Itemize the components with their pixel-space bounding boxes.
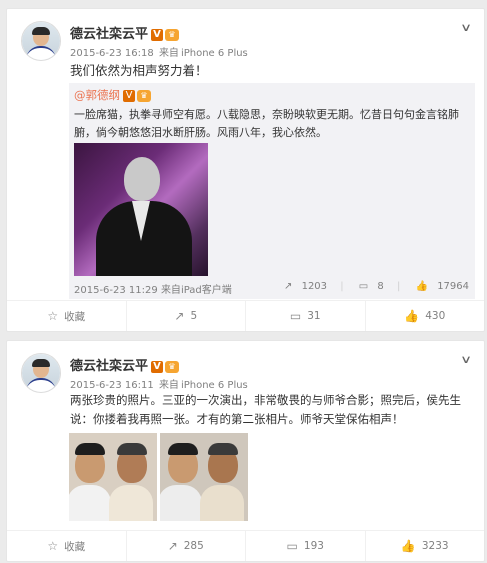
verified-badge-icon: V	[151, 360, 164, 373]
comment-icon: ▭	[289, 309, 302, 323]
comment-count: 8	[377, 281, 384, 292]
post-meta: 2015-6-23 16:11 来自 iPhone 6 Plus	[70, 376, 248, 391]
favorite-label: 收藏	[64, 540, 86, 553]
like-button[interactable]: 👍 430	[366, 301, 485, 331]
favorite-label: 收藏	[64, 310, 86, 323]
divider: |	[340, 281, 344, 292]
repost-count: 285	[183, 540, 204, 552]
repost-source[interactable]: iPad客户端	[181, 285, 232, 296]
author-name[interactable]: 德云社栾云平	[70, 359, 148, 374]
comment-count: 193	[303, 540, 324, 552]
star-icon: ☆	[47, 309, 59, 323]
post-text-line: 两张珍贵的照片。三亚的一次演出，非常敬畏的与师爷合影；照完后，侯先生	[70, 393, 461, 407]
action-bar: ☆ 收藏 ↗ 5 ▭ 31 👍 430	[7, 300, 484, 331]
weibo-post-card: 德云社栾云平 V ♛ 2015-6-23 16:11 来自 iPhone 6 Plus…	[6, 340, 485, 562]
post-source[interactable]: iPhone 6 Plus	[181, 48, 248, 59]
comment-count: 31	[307, 310, 321, 322]
repost-button[interactable]: ↗ 5	[127, 301, 246, 331]
comment-button[interactable]: ▭ 193	[246, 531, 366, 561]
repost-box: @郭德纲 V ♛ 一脸席猫，执拳寻师空有愿。八载隐思，奈盼映软更无期。忆昔日句句金言…	[69, 83, 475, 299]
post-text: 我们依然为相声努力着！	[70, 63, 208, 78]
chevron-down-icon[interactable]: ∨	[460, 21, 472, 34]
divider: |	[396, 281, 401, 292]
thumbs-up-icon: 👍	[400, 539, 416, 553]
like-count: 3233	[421, 540, 449, 552]
star-icon: ☆	[47, 539, 59, 553]
author-name[interactable]: 德云社栾云平	[70, 27, 148, 42]
post-photo[interactable]	[69, 433, 157, 521]
repost-text: 一脸席猫，执拳寻师空有愿。八载隐思，奈盼映软更无期。忆昔日句句金言铭肺腑，倘今朝…	[74, 108, 459, 139]
post-text: 两张珍贵的照片。三亚的一次演出，非常敬畏的与师爷合影；照完后，侯先生 说：你搂着…	[70, 391, 461, 429]
post-time[interactable]: 2015-6-23 16:11	[70, 380, 154, 391]
verified-badge-icon: V	[151, 28, 164, 41]
repost-author[interactable]: @郭德纲	[74, 88, 120, 102]
repost-meta: 2015-6-23 11:29 来自iPad客户端	[74, 281, 232, 296]
post-text-line: 说：你搂着我再照一张。才有的第二张相片。师爷天堂保佑相声！	[70, 412, 404, 426]
comment-icon: ▭	[286, 539, 298, 553]
repost-button[interactable]: ↗ 285	[127, 531, 246, 561]
comment-button[interactable]: ▭ 31	[246, 301, 366, 331]
comment-count-link[interactable]: ▭ 8	[353, 281, 384, 292]
comment-icon: ▭	[358, 281, 369, 292]
like-count: 17964	[437, 281, 469, 292]
favorite-button[interactable]: ☆ 收藏	[7, 301, 127, 331]
repost-icon: ↗	[167, 539, 178, 553]
repost-icon: ↗	[174, 309, 185, 323]
post-source[interactable]: iPhone 6 Plus	[181, 380, 248, 391]
repost-stats: ↗ 1203 | ▭ 8 | 👍 17964	[272, 281, 469, 292]
author-line: 德云社栾云平 V ♛	[70, 355, 180, 374]
repost-count-link[interactable]: ↗ 1203	[278, 281, 327, 292]
repost-photo[interactable]	[74, 143, 208, 276]
post-meta: 2015-6-23 16:18 来自 iPhone 6 Plus	[70, 44, 248, 59]
action-bar: ☆ 收藏 ↗ 285 ▭ 193 👍 3233	[7, 530, 484, 561]
like-count-link[interactable]: 👍 17964	[410, 281, 469, 292]
favorite-button[interactable]: ☆ 收藏	[7, 531, 127, 561]
post-photo[interactable]	[160, 433, 248, 521]
repost-icon: ↗	[284, 281, 293, 292]
repost-time[interactable]: 2015-6-23 11:29	[74, 285, 158, 296]
post-time[interactable]: 2015-6-23 16:18	[70, 48, 154, 59]
member-badge-icon: ♛	[165, 28, 180, 41]
like-count: 430	[425, 310, 446, 322]
verified-badge-icon: V	[123, 89, 135, 102]
member-badge-icon: ♛	[165, 360, 180, 373]
thumbs-up-icon: 👍	[404, 309, 420, 323]
chevron-down-icon[interactable]: ∨	[460, 353, 472, 366]
repost-author-line: @郭德纲 V ♛	[74, 87, 151, 103]
avatar[interactable]	[21, 21, 61, 61]
source-prefix: 来自	[158, 48, 179, 59]
member-badge-icon: ♛	[137, 89, 151, 102]
like-button[interactable]: 👍 3233	[366, 531, 485, 561]
repost-count: 1203	[301, 281, 328, 292]
weibo-post-card: 德云社栾云平 V ♛ 2015-6-23 16:18 来自 iPhone 6 Plus…	[6, 8, 485, 332]
author-line: 德云社栾云平 V ♛	[70, 23, 180, 42]
avatar[interactable]	[21, 353, 61, 393]
repost-count: 5	[190, 310, 198, 322]
source-prefix: 来自	[160, 285, 181, 296]
source-prefix: 来自	[158, 380, 179, 391]
thumbs-up-icon: 👍	[415, 281, 428, 292]
